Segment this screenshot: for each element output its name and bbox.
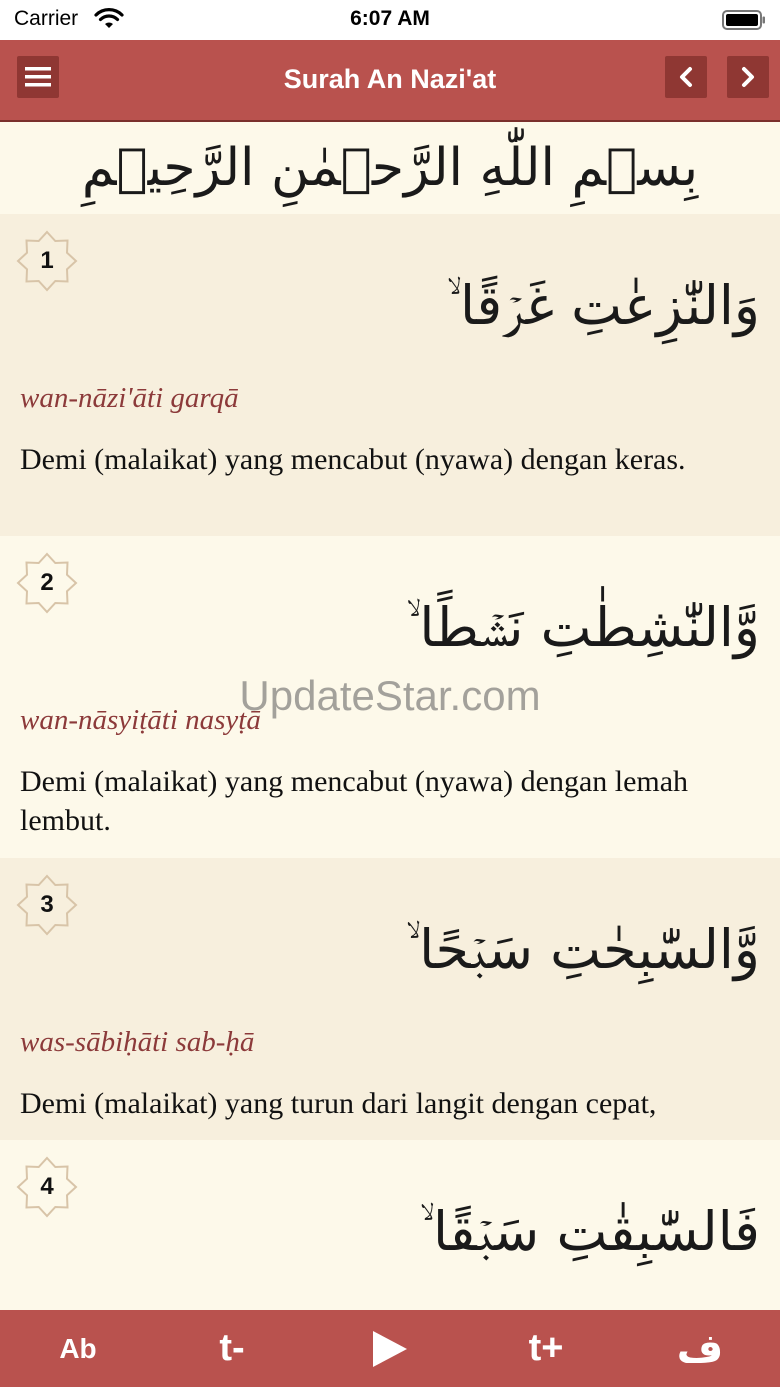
ayah-number: 1 [40,247,54,274]
font-style-button[interactable]: Ab [18,1310,138,1387]
clock: 6:07 AM [350,7,430,30]
ayah-translation: Demi (malaikat) yang turun dari langit d… [20,1087,657,1120]
ayah-transliteration: was-sābiḥāti sab-ḥā [20,1026,255,1058]
next-surah-button[interactable] [727,56,769,98]
ayah-number-badge: 1 [16,230,78,292]
ayah-number: 2 [40,569,54,596]
battery-icon [722,10,766,34]
bismillah: بِسۡمِ اللّٰهِ الرَّحۡمٰنِ الرَّحِيۡمِ [0,122,780,214]
decrease-text-size-button[interactable]: t- [172,1310,292,1387]
arabic-toggle-button[interactable]: ف [640,1310,760,1387]
ayah-arabic: وَّالسّٰبِحٰتِ سَبۡحًا ۙ [405,918,760,981]
status-bar: Carrier 6:07 AM [0,0,780,40]
ayah-translation: Demi (malaikat) yang mencabut (nyawa) de… [20,443,686,476]
ayah-row[interactable]: 3 وَّالسّٰبِحٰتِ سَبۡحًا ۙ was-sābiḥāti … [0,858,780,1140]
ayah-translation: Demi (malaikat) yang mencabut (nyawa) de… [20,765,689,837]
ayah-number-badge: 3 [16,874,78,936]
ayah-row[interactable]: 2 وَّالنّٰشِطٰتِ نَشۡطًا ۙ wan-nāsyiṭāti… [0,536,780,858]
ayah-number-badge: 2 [16,552,78,614]
chevron-right-icon [742,67,754,87]
previous-surah-button[interactable] [665,56,707,98]
play-icon [373,1330,407,1367]
ayah-arabic: فَالسّٰبِقٰتِ سَبۡقًا ۙ [419,1200,761,1263]
increase-text-size-button[interactable]: t+ [486,1310,606,1387]
ayah-number: 4 [40,1173,54,1200]
ayah-transliteration: wan-nāsyiṭāti nasyṭā [20,704,261,736]
page-title: Surah An Nazi'at [283,64,497,94]
chevron-left-icon [680,67,692,87]
ayah-arabic: وَّالنّٰشِطٰتِ نَشۡطًا ۙ [405,596,760,659]
play-audio-button[interactable] [329,1310,449,1387]
ayah-row[interactable]: 1 وَالنّٰزِعٰتِ غَرۡقًا ۙ wan-nāzi'āti g… [0,214,780,536]
nav-bar: Surah An Nazi'at [0,40,780,122]
ayah-transliteration: wan-nāzi'āti garqā [20,382,239,414]
ayah-row[interactable]: 4 فَالسّٰبِقٰتِ سَبۡقًا ۙ [0,1140,780,1310]
ayah-number-badge: 4 [16,1156,78,1218]
ayah-number: 3 [40,891,54,918]
bottom-toolbar: Ab t- t+ ف [0,1310,780,1387]
ayah-arabic: وَالنّٰزِعٰتِ غَرۡقًا ۙ [446,274,760,337]
